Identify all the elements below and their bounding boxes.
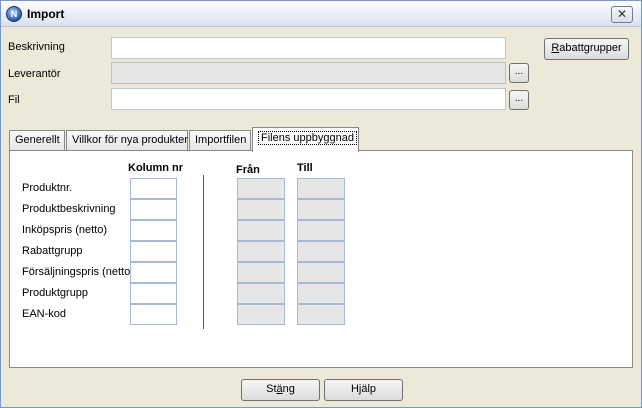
fil-input[interactable] — [112, 89, 505, 109]
produktbeskrivning-till-input — [297, 199, 345, 220]
rabattgrupp-fran-input — [237, 241, 285, 262]
hjalp-label-pre: H — [350, 383, 359, 395]
ean-kod-kolumn-input[interactable] — [130, 304, 177, 325]
tab-generellt[interactable]: Generellt — [9, 130, 65, 151]
produktbeskrivning-kolumn-input[interactable] — [130, 199, 177, 220]
inkopspris-till-input — [297, 220, 345, 241]
produktnr-till-input — [297, 178, 345, 199]
produktbeskrivning-fran-input — [237, 199, 285, 220]
leverantor-label: Leverantör — [8, 68, 61, 80]
fil-field[interactable] — [111, 88, 506, 110]
inkopspris-kolumn-input[interactable] — [130, 220, 177, 241]
beskrivning-field[interactable] — [111, 37, 506, 59]
tab-generellt-label: Generellt — [15, 134, 60, 146]
rabattgrupper-label: abattgrupper — [559, 42, 622, 54]
rabattgrupp-till-input — [297, 241, 345, 262]
rabattgrupper-button[interactable]: Rabattgrupper — [544, 38, 629, 60]
produktgrupp-till-input — [297, 283, 345, 304]
row-label-rabattgrupp: Rabattgrupp — [22, 245, 83, 257]
beskrivning-input[interactable] — [112, 38, 505, 58]
leverantor-browse-button[interactable]: ... — [509, 63, 529, 83]
hjalp-label-post: älp — [361, 383, 377, 395]
fil-browse-button[interactable]: ... — [509, 90, 529, 110]
forsaljningspris-till-input — [297, 262, 345, 283]
produktgrupp-fran-input — [237, 283, 285, 304]
row-label-produktnr: Produktnr. — [22, 182, 73, 194]
tab-villkor-label: Villkor för nya produkter — [72, 134, 188, 146]
row-label-produktbeskrivning: Produktbeskrivning — [22, 203, 116, 215]
produktnr-fran-input — [237, 178, 285, 199]
tab-filens-uppbyggnad-label: Filens uppbyggnad — [258, 131, 357, 145]
row-label-produktgrupp: Produktgrupp — [22, 287, 89, 299]
tab-filens-uppbyggnad[interactable]: Filens uppbyggnad — [252, 127, 359, 152]
stang-label-pre: St — [266, 383, 277, 395]
rabattgrupp-kolumn-input[interactable] — [130, 241, 177, 262]
close-icon: ✕ — [616, 7, 628, 21]
produktnr-kolumn-input[interactable] — [130, 178, 177, 199]
beskrivning-label: Beskrivning — [8, 41, 65, 53]
tab-panel-filens-uppbyggnad: Kolumn nr Från Till Produktnr. Produktbe… — [9, 150, 633, 368]
row-label-forsaljningspris: Försäljningspris (netto) — [22, 266, 134, 278]
tab-importfilen-label: Importfilen — [195, 134, 247, 146]
close-button[interactable]: ✕ — [611, 6, 633, 23]
hjalp-button[interactable]: Hjälp — [324, 379, 403, 401]
stang-button[interactable]: Stäng — [241, 379, 320, 401]
stang-label-post: ng — [282, 383, 295, 395]
kolumn-nr-header: Kolumn nr — [128, 162, 183, 174]
tab-villkor[interactable]: Villkor för nya produkter — [66, 130, 188, 151]
import-dialog: N Import ✕ Beskrivning Rabattgrupper Lev… — [0, 0, 642, 408]
forsaljningspris-kolumn-input[interactable] — [130, 262, 177, 283]
app-logo-icon: N — [6, 6, 22, 22]
till-header: Till — [297, 162, 313, 174]
row-label-ean-kod: EAN-kod — [22, 308, 67, 320]
fran-header: Från — [236, 164, 260, 176]
leverantor-field — [111, 62, 506, 84]
leverantor-input — [112, 63, 505, 83]
inkopspris-fran-input — [237, 220, 285, 241]
forsaljningspris-fran-input — [237, 262, 285, 283]
ean-kod-fran-input — [237, 304, 285, 325]
fil-label: Fil — [8, 94, 20, 106]
produktgrupp-kolumn-input[interactable] — [130, 283, 177, 304]
tab-importfilen[interactable]: Importfilen — [189, 130, 251, 151]
title-bar[interactable]: N Import ✕ — [1, 1, 641, 27]
column-divider — [203, 175, 204, 329]
ean-kod-till-input — [297, 304, 345, 325]
window-title: Import — [27, 7, 65, 21]
row-label-inkopspris: Inköpspris (netto) — [22, 224, 107, 236]
